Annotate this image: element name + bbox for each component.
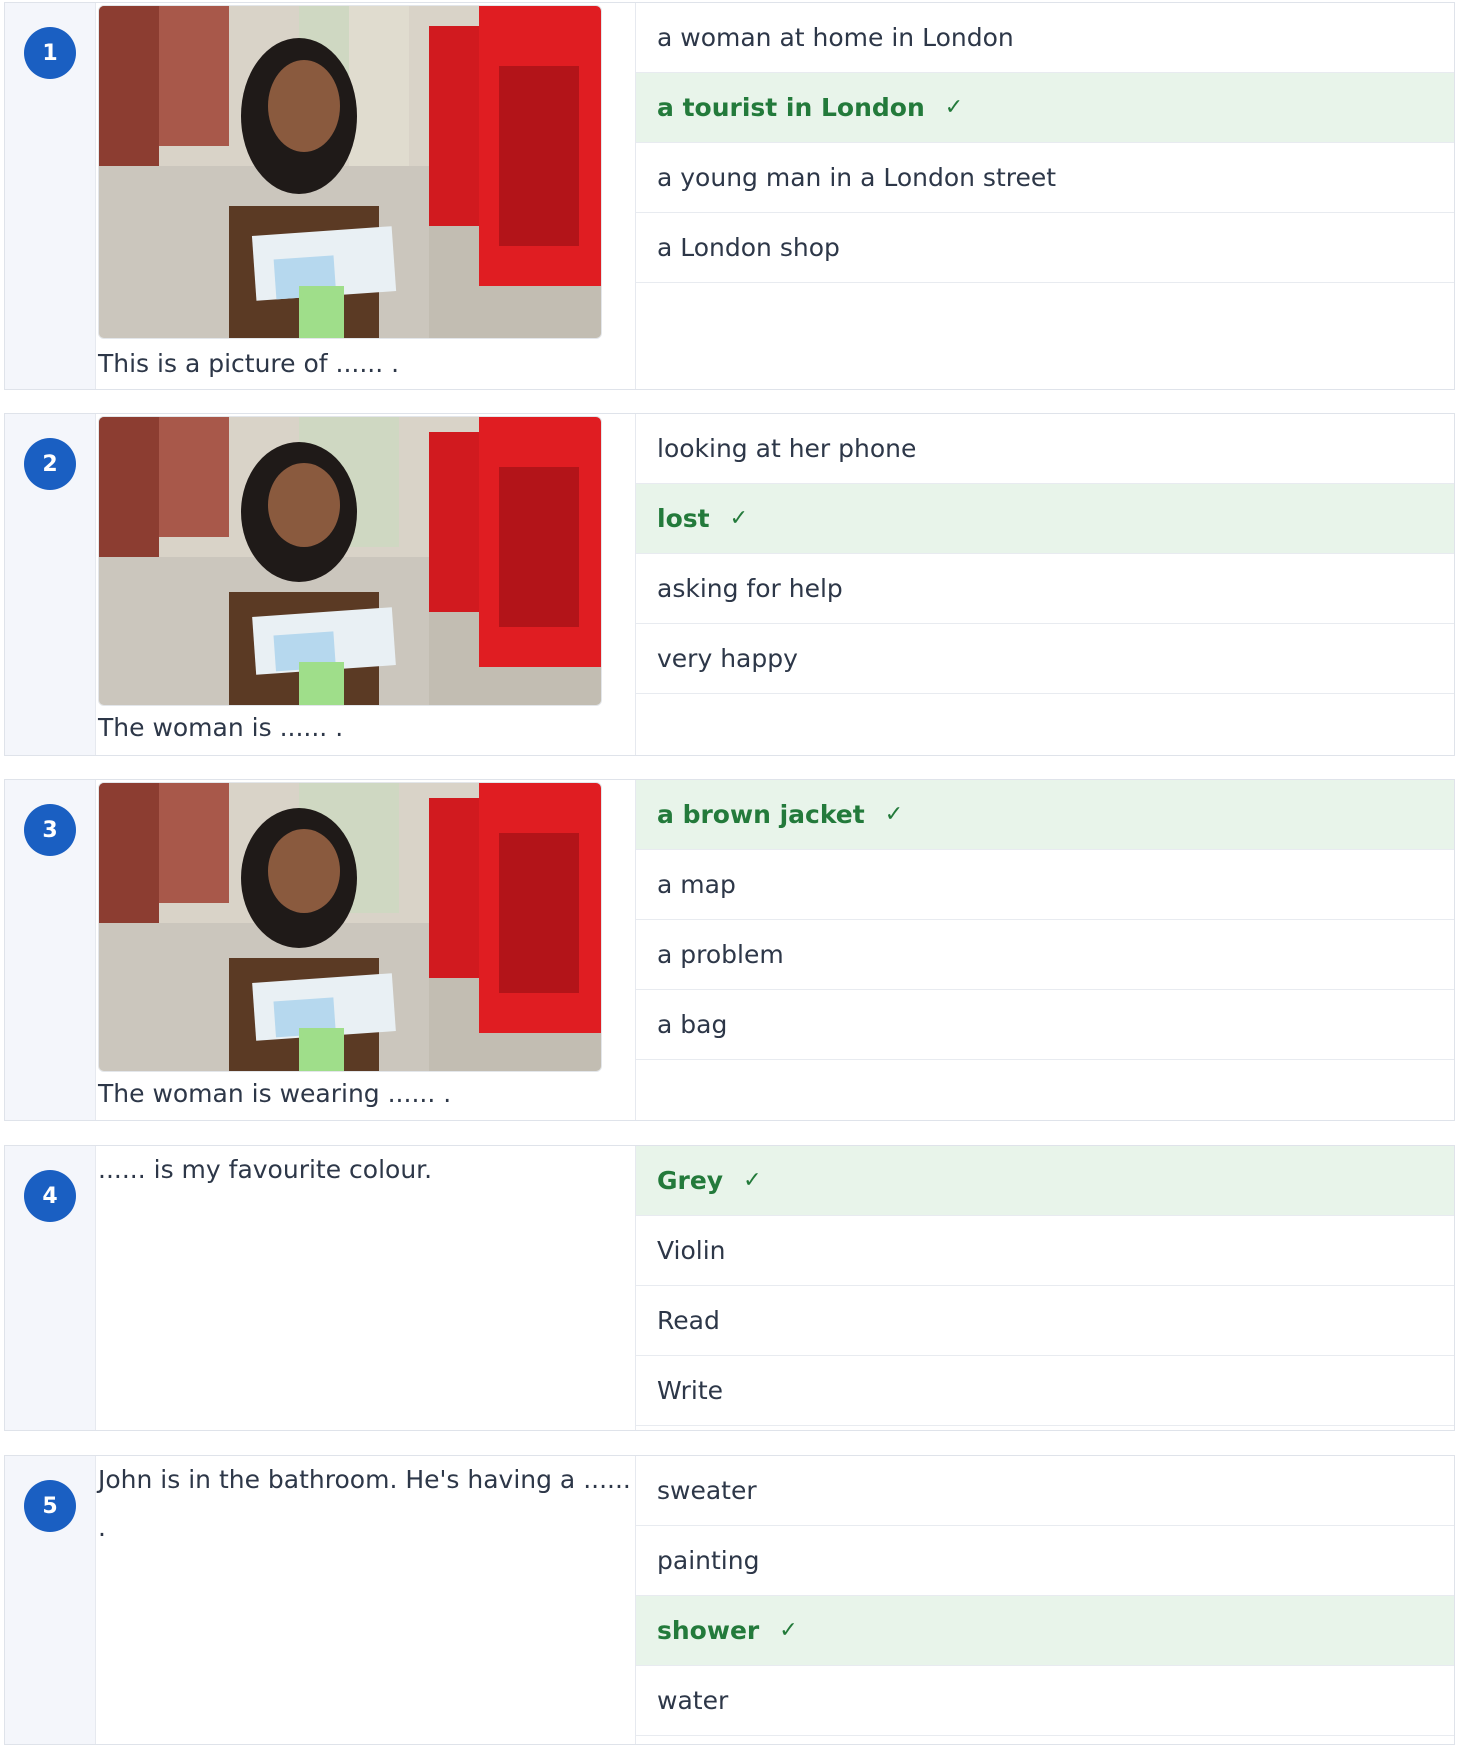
option[interactable]: a bag (636, 990, 1454, 1060)
option[interactable]: water (636, 1666, 1454, 1736)
check-icon: ✓ (729, 506, 749, 531)
question-prompt: The woman is ...... . (98, 713, 344, 742)
option[interactable]: asking for help (636, 554, 1454, 624)
question-body: John is in the bathroom. He's having a .… (96, 1456, 636, 1744)
option[interactable]: sweater (636, 1456, 1454, 1526)
option-correct[interactable]: shower ✓ (636, 1596, 1454, 1666)
check-icon: ✓ (779, 1618, 798, 1643)
question-image (98, 782, 602, 1072)
question-number-column: 2 (5, 414, 96, 755)
option[interactable]: a map (636, 850, 1454, 920)
option[interactable]: a young man in a London street (636, 143, 1454, 213)
option[interactable]: a problem (636, 920, 1454, 990)
question-card-4: 4 ...... is my favourite colour. Grey ✓ V… (4, 1145, 1455, 1431)
option-label: sweater (657, 1476, 757, 1505)
question-number-badge: 1 (24, 27, 76, 79)
options-list: looking at her phone lost ✓ asking for he… (636, 414, 1454, 755)
question-number-badge: 2 (24, 438, 76, 490)
option-correct[interactable]: lost ✓ (636, 484, 1454, 554)
tourist-photo (99, 6, 601, 338)
option[interactable]: very happy (636, 624, 1454, 694)
option-label: a young man in a London street (657, 163, 1057, 192)
options-list: a brown jacket ✓ a map a problem a bag (636, 780, 1454, 1120)
question-body: ...... is my favourite colour. (96, 1146, 636, 1430)
question-prompt: John is in the bathroom. He's having a .… (98, 1465, 631, 1542)
question-card-2: 2 The woman is ...... . looking at her p… (4, 413, 1455, 756)
option-label: a tourist in London (657, 93, 925, 122)
option-label: a brown jacket (657, 800, 865, 829)
question-number-column: 5 (5, 1456, 96, 1744)
check-icon: ✓ (743, 1168, 762, 1193)
question-number-badge: 4 (24, 1170, 76, 1222)
question-number-column: 4 (5, 1146, 96, 1430)
tourist-photo (99, 417, 601, 705)
option-label: a bag (657, 1010, 728, 1039)
question-image (98, 5, 602, 339)
question-card-3: 3 The woman is wearing ...... . a brown … (4, 779, 1455, 1121)
option-label: a map (657, 870, 736, 899)
option[interactable]: a woman at home in London (636, 3, 1454, 73)
check-icon: ✓ (944, 95, 964, 120)
question-card-5: 5 John is in the bathroom. He's having a… (4, 1455, 1455, 1745)
tourist-photo (99, 783, 601, 1071)
question-prompt: The woman is wearing ...... . (98, 1079, 452, 1108)
question-card-1: 1 This is a picture of ...... . a woman … (4, 2, 1455, 390)
option-label: a woman at home in London (657, 23, 1014, 52)
option-label: looking at her phone (657, 434, 917, 463)
option[interactable]: Write (636, 1356, 1454, 1426)
question-number-badge: 5 (24, 1480, 76, 1532)
question-number-badge: 3 (24, 804, 76, 856)
question-body: The woman is ...... . (96, 414, 636, 755)
option-label: a London shop (657, 233, 840, 262)
options-list: Grey ✓ Violin Read Write (636, 1146, 1454, 1430)
option-label: Write (657, 1376, 724, 1405)
options-list: sweater painting shower ✓ water (636, 1456, 1454, 1744)
option-correct[interactable]: a tourist in London ✓ (636, 73, 1454, 143)
question-body: The woman is wearing ...... . (96, 780, 636, 1120)
option-label: a problem (657, 940, 784, 969)
option-label: Read (657, 1306, 720, 1335)
option[interactable]: painting (636, 1526, 1454, 1596)
options-list: a woman at home in London a tourist in L… (636, 3, 1454, 389)
option[interactable]: a London shop (636, 213, 1454, 283)
option-label: very happy (657, 644, 798, 673)
option[interactable]: looking at her phone (636, 414, 1454, 484)
option-label: Violin (657, 1236, 726, 1265)
option-label: lost (657, 504, 710, 533)
option-label: Grey (657, 1166, 724, 1195)
check-icon: ✓ (884, 802, 904, 827)
option-correct[interactable]: Grey ✓ (636, 1146, 1454, 1216)
option-correct[interactable]: a brown jacket ✓ (636, 780, 1454, 850)
option-label: shower (657, 1616, 760, 1645)
option[interactable]: Read (636, 1286, 1454, 1356)
question-prompt: ...... is my favourite colour. (98, 1155, 433, 1184)
question-body: This is a picture of ...... . (96, 3, 636, 389)
question-number-column: 1 (5, 3, 96, 389)
option[interactable]: Violin (636, 1216, 1454, 1286)
option-label: asking for help (657, 574, 843, 603)
question-number-column: 3 (5, 780, 96, 1120)
question-image (98, 416, 602, 706)
option-label: water (657, 1686, 729, 1715)
question-prompt: This is a picture of ...... . (98, 349, 400, 378)
option-label: painting (657, 1546, 760, 1575)
